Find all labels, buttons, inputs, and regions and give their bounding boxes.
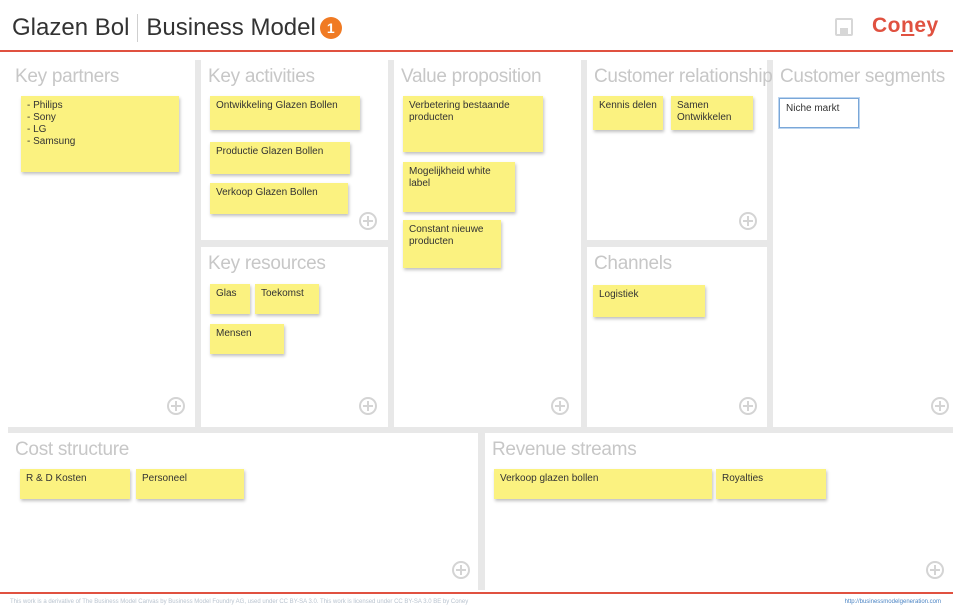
- block-key-resources: Key resources Glas Toekomst Mensen: [201, 247, 388, 427]
- block-customer-segments: Customer segments Niche markt: [773, 60, 953, 427]
- app-header: Glazen Bol Business Model 1 Coney: [0, 0, 953, 52]
- note-cost[interactable]: R & D Kosten: [20, 469, 130, 499]
- block-channels: Channels Logistiek: [587, 247, 767, 427]
- license-text: This work is a derivative of The Busines…: [10, 599, 469, 605]
- add-note-icon[interactable]: [359, 212, 377, 230]
- block-title-key-activities: Key activities: [208, 66, 315, 87]
- website-link[interactable]: http://businessmodelgeneration.com: [845, 599, 941, 605]
- note-cost[interactable]: Personeel: [136, 469, 244, 499]
- block-title-revenue-streams: Revenue streams: [492, 439, 637, 460]
- add-note-icon[interactable]: [167, 397, 185, 415]
- block-title-key-resources: Key resources: [208, 253, 326, 274]
- note-activity[interactable]: Productie Glazen Bollen: [210, 142, 350, 174]
- notification-badge[interactable]: 1: [319, 17, 342, 39]
- block-cost-structure: Cost structure R & D Kosten Personeel: [8, 433, 478, 590]
- note-segment-editing[interactable]: Niche markt: [779, 98, 859, 128]
- add-note-icon[interactable]: [739, 397, 757, 415]
- note-revenue[interactable]: Verkoop glazen bollen: [494, 469, 712, 499]
- footer: This work is a derivative of The Busines…: [0, 592, 953, 610]
- block-title-cost-structure: Cost structure: [15, 439, 130, 460]
- note-value[interactable]: Mogelijkheid white label: [403, 162, 515, 212]
- block-revenue-streams: Revenue streams Verkoop glazen bollen Ro…: [485, 433, 953, 590]
- note-activity[interactable]: Ontwikkeling Glazen Bollen: [210, 96, 360, 130]
- add-note-icon[interactable]: [931, 397, 949, 415]
- note-activity[interactable]: Verkoop Glazen Bollen: [210, 183, 348, 214]
- page-title: Business Model: [146, 14, 316, 41]
- add-note-icon[interactable]: [739, 212, 757, 230]
- title-bar: Glazen Bol Business Model 1: [12, 14, 360, 42]
- coney-logo: Coney: [872, 14, 939, 37]
- block-title-key-partners: Key partners: [15, 66, 120, 87]
- note-resource[interactable]: Mensen: [210, 324, 284, 354]
- note-channel[interactable]: Logistiek: [593, 285, 705, 317]
- note-value[interactable]: Verbetering bestaande producten: [403, 96, 543, 152]
- add-note-icon[interactable]: [926, 561, 944, 579]
- block-customer-relationships: Customer relationships Kennis delen Same…: [587, 60, 782, 240]
- block-title-value-proposition: Value proposition: [401, 66, 542, 87]
- block-key-activities: Key activities Ontwikkeling Glazen Bolle…: [201, 60, 388, 240]
- add-note-icon[interactable]: [452, 561, 470, 579]
- note-value[interactable]: Constant nieuwe producten: [403, 220, 501, 268]
- note-relationship[interactable]: Samen Ontwikkelen: [671, 96, 753, 130]
- project-title[interactable]: Glazen Bol: [12, 14, 139, 42]
- block-title-customer-relationships: Customer relationships: [594, 66, 782, 87]
- block-title-channels: Channels: [594, 253, 672, 274]
- canvas-board: Key partners - Philips - Sony - LG - Sam…: [8, 60, 953, 590]
- note-resource[interactable]: Toekomst: [255, 284, 319, 314]
- note-resource[interactable]: Glas: [210, 284, 250, 314]
- add-note-icon[interactable]: [551, 397, 569, 415]
- note-partners-list[interactable]: - Philips - Sony - LG - Samsung: [21, 96, 179, 172]
- block-key-partners: Key partners - Philips - Sony - LG - Sam…: [8, 60, 195, 427]
- block-value-proposition: Value proposition Verbetering bestaande …: [394, 60, 581, 427]
- save-icon[interactable]: [835, 18, 853, 36]
- block-title-customer-segments: Customer segments: [780, 66, 945, 87]
- add-note-icon[interactable]: [359, 397, 377, 415]
- note-revenue[interactable]: Royalties: [716, 469, 826, 499]
- note-relationship[interactable]: Kennis delen: [593, 96, 663, 130]
